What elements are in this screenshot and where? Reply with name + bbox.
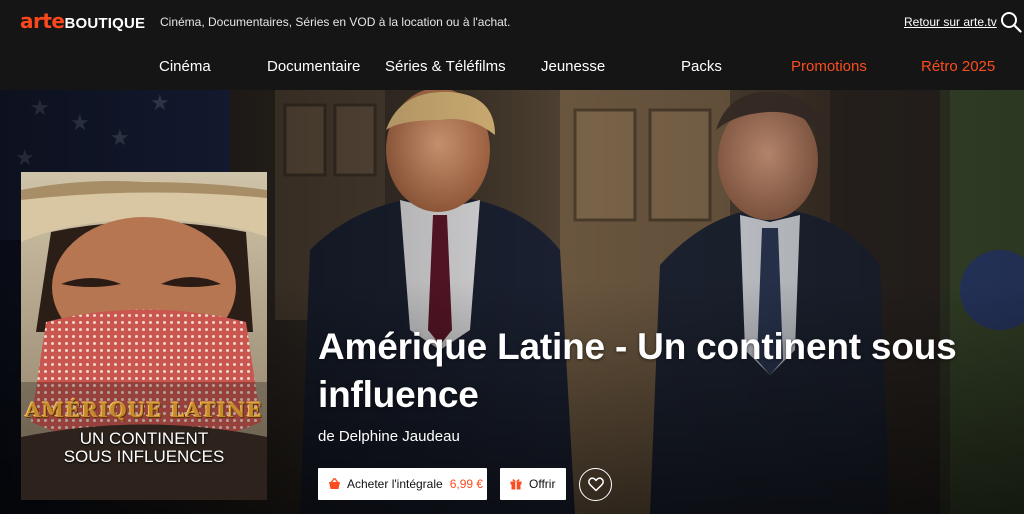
search-button[interactable] [1000,11,1022,33]
buy-full-series-button[interactable]: Acheter l'intégrale 6,99 € [318,468,487,500]
logo-boutique-text: BOUTIQUE [64,15,146,32]
poster-subtitle-line2: SOUS INFLUENCES [63,447,225,466]
film-title: Amérique Latine - Un continent sous infl… [318,326,957,415]
poster-subtitle-line1: UN CONTINENT [79,429,209,448]
film-director: de Delphine Jaudeau [318,428,460,445]
nav-item-documentaire[interactable]: Documentaire [267,58,360,76]
top-bar: arte BOUTIQUE Cinéma, Documentaires, Sér… [0,0,1024,45]
main-navigation: Cinéma Documentaire Séries & Téléfilms J… [0,45,1024,90]
poster-title: AMÉRIQUE LATINE [25,398,263,422]
film-poster[interactable]: AMÉRIQUE LATINE UN CONTINENT SOUS INFLUE… [21,172,267,500]
arte-boutique-logo[interactable]: arte BOUTIQUE [20,11,145,33]
nav-item-series-telefilms[interactable]: Séries & Téléfilms [385,58,506,76]
nav-item-cinema[interactable]: Cinéma [159,58,211,76]
site-tagline: Cinéma, Documentaires, Séries en VOD à l… [160,15,511,29]
nav-item-packs[interactable]: Packs [681,58,722,76]
gift-icon [510,479,522,490]
gift-button[interactable]: Offrir [500,468,566,500]
nav-item-jeunesse[interactable]: Jeunesse [541,58,605,76]
hero-banner: ★ ★ ★ ★ ★ [0,90,1024,514]
buy-button-price: 6,99 € [449,477,484,491]
basket-icon [329,478,340,489]
logo-arte-text: arte [20,9,65,33]
heart-icon [587,477,604,492]
gift-button-label: Offrir [529,477,556,491]
nav-item-promotions[interactable]: Promotions [791,58,867,76]
back-to-arte-link[interactable]: Retour sur arte.tv [904,15,997,29]
poster-subtitle: UN CONTINENT SOUS INFLUENCES [21,430,267,466]
buy-button-label: Acheter l'intégrale [347,477,443,491]
search-icon [1001,12,1022,33]
nav-item-retro-2025[interactable]: Rétro 2025 [921,58,995,76]
favorite-button[interactable] [579,468,612,501]
